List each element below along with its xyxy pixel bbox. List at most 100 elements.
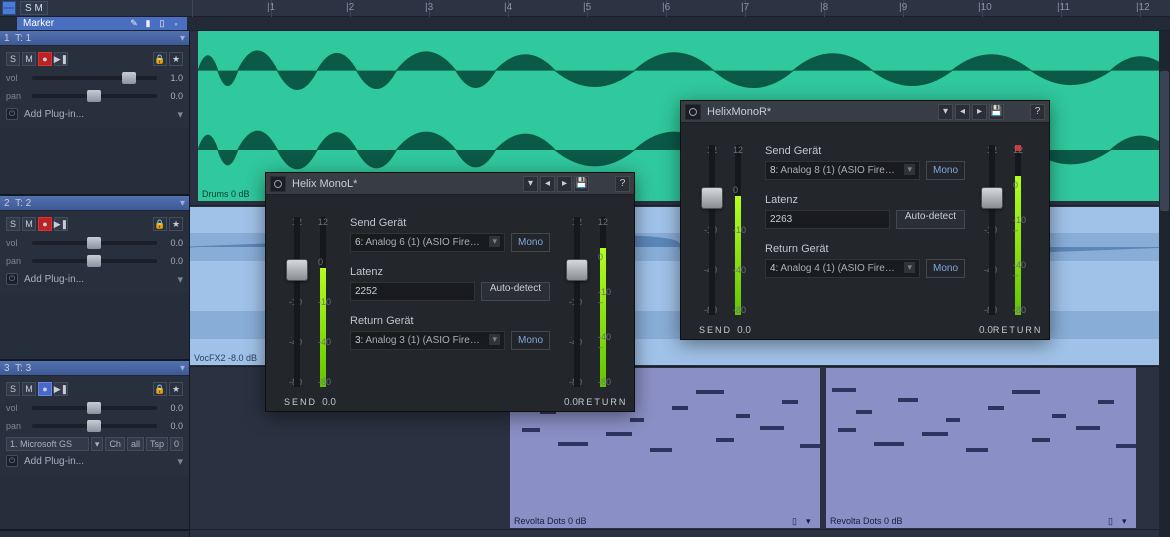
instrument-select[interactable]: 1. Microsoft GS <box>6 437 89 451</box>
midi-note[interactable] <box>832 388 856 392</box>
marker-edit-icon[interactable]: ✎ <box>129 19 139 29</box>
marker-header[interactable]: Marker ✎ ▮ ▯ ◦ <box>17 17 187 30</box>
fx-add-label[interactable]: Add Plug-in... <box>20 274 175 285</box>
return-device-select[interactable]: 4: Analog 4 (1) (ASIO Fire… <box>765 259 920 278</box>
send-device-select[interactable]: 6: Analog 6 (1) (ASIO Fire… <box>350 233 505 252</box>
lock-icon[interactable]: 🔒 <box>153 217 167 231</box>
midi-note[interactable] <box>966 448 988 452</box>
midi-note[interactable] <box>736 414 750 418</box>
send-fader[interactable] <box>294 217 300 387</box>
midi-note[interactable] <box>946 418 960 422</box>
midi-note[interactable] <box>1116 444 1136 448</box>
marker-dot-icon[interactable]: ◦ <box>171 19 181 29</box>
help-button[interactable]: ? <box>1030 104 1045 120</box>
chevron-down-icon[interactable]: ▾ <box>180 198 185 209</box>
solo-mute-global[interactable]: S M <box>20 1 48 15</box>
latency-input[interactable]: 2263 <box>765 210 890 229</box>
auto-detect-button[interactable]: Auto-detect <box>896 210 965 229</box>
next-preset-icon[interactable]: ▸ <box>972 104 987 120</box>
clip-menu-icon[interactable]: ▾ <box>1122 516 1132 526</box>
prev-preset-icon[interactable]: ◂ <box>955 104 970 120</box>
fx-add-label[interactable]: Add Plug-in... <box>20 456 175 467</box>
midi-note[interactable] <box>1052 414 1066 418</box>
track-name[interactable]: T: 1 <box>15 33 31 44</box>
midi-note[interactable] <box>760 426 784 430</box>
return-fader[interactable] <box>574 217 580 387</box>
midi-note[interactable] <box>606 432 632 436</box>
midi-note[interactable] <box>922 432 948 436</box>
save-icon[interactable]: 💾 <box>574 176 589 192</box>
plugin-window-helix-mono-r[interactable]: HelixMonoR* ▾ ◂ ▸ 💾 ? 120-10-40-80 120-1… <box>680 100 1050 340</box>
fx-slot[interactable]: ⏻ Add Plug-in... ▾ <box>6 271 183 287</box>
preset-dropdown-icon[interactable]: ▾ <box>523 176 538 192</box>
record-arm-button[interactable]: ● <box>38 217 52 231</box>
fx-add-label[interactable]: Add Plug-in... <box>20 109 175 120</box>
track-name[interactable]: T: 3 <box>15 363 31 374</box>
midi-note[interactable] <box>1076 426 1100 430</box>
transpose-value[interactable]: 0 <box>170 437 183 451</box>
solo-button[interactable]: S <box>6 217 20 231</box>
midi-note[interactable] <box>782 400 798 404</box>
plugin-window-helix-mono-l[interactable]: Helix MonoL* ▾ ◂ ▸ 💾 ? 120-10-40-80 120-… <box>265 172 635 412</box>
timeline-ruler[interactable]: |1|2|3|4|5|6|7|8|9|10|11|12|13 <box>192 0 1170 17</box>
track-header[interactable]: 2 T: 2 ▾ <box>0 196 189 211</box>
track-name[interactable]: T: 2 <box>15 198 31 209</box>
prev-preset-icon[interactable]: ◂ <box>540 176 555 192</box>
power-icon[interactable]: ⏻ <box>6 455 18 467</box>
vertical-scrollbar[interactable] <box>1159 31 1170 537</box>
midi-note[interactable] <box>856 410 872 414</box>
mono-button[interactable]: Mono <box>511 233 550 252</box>
chevron-down-icon[interactable]: ▾ <box>180 363 185 374</box>
preset-dropdown-icon[interactable]: ▾ <box>938 104 953 120</box>
help-button[interactable]: ? <box>615 176 630 192</box>
midi-clip[interactable]: Revolta Dots 0 dB ▯▾ <box>826 368 1136 528</box>
plugin-titlebar[interactable]: Helix MonoL* ▾ ◂ ▸ 💾 ? <box>266 173 634 195</box>
record-arm-button[interactable]: ● <box>38 382 52 396</box>
mute-button[interactable]: M <box>22 52 36 66</box>
power-icon[interactable]: ⏻ <box>6 273 18 285</box>
clip-mute-icon[interactable]: ▯ <box>1108 516 1118 526</box>
solo-button[interactable]: S <box>6 52 20 66</box>
solo-button[interactable]: S <box>6 382 20 396</box>
midi-note[interactable] <box>800 444 820 448</box>
midi-note[interactable] <box>898 398 918 402</box>
midi-note[interactable] <box>650 448 672 452</box>
pan-slider[interactable] <box>32 259 157 263</box>
send-fader[interactable] <box>709 145 715 315</box>
volume-slider[interactable] <box>32 406 157 410</box>
midi-note[interactable] <box>838 428 856 432</box>
midi-note[interactable] <box>1032 438 1050 442</box>
star-icon[interactable]: ★ <box>169 382 183 396</box>
monitor-button[interactable]: ▶❚ <box>54 382 68 396</box>
clip-mute-icon[interactable]: ▯ <box>792 516 802 526</box>
star-icon[interactable]: ★ <box>169 52 183 66</box>
track-header[interactable]: 1 T: 1 ▾ <box>0 31 189 46</box>
volume-slider[interactable] <box>32 241 157 245</box>
midi-note[interactable] <box>988 406 1004 410</box>
power-icon[interactable]: ⏻ <box>6 108 18 120</box>
midi-note[interactable] <box>696 390 724 394</box>
send-device-select[interactable]: 8: Analog 8 (1) (ASIO Fire… <box>765 161 920 180</box>
lock-icon[interactable]: 🔒 <box>153 382 167 396</box>
return-fader[interactable] <box>989 145 995 315</box>
channel-value[interactable]: all <box>127 437 144 451</box>
fx-slot[interactable]: ⏻ Add Plug-in... ▾ <box>6 106 183 122</box>
midi-note[interactable] <box>522 428 540 432</box>
plugin-titlebar[interactable]: HelixMonoR* ▾ ◂ ▸ 💾 ? <box>681 101 1049 123</box>
mute-button[interactable]: M <box>22 217 36 231</box>
return-device-select[interactable]: 3: Analog 3 (1) (ASIO Fire… <box>350 331 505 350</box>
record-arm-button[interactable]: ● <box>38 52 52 66</box>
fx-slot[interactable]: ⏻ Add Plug-in... ▾ <box>6 453 183 469</box>
save-icon[interactable]: 💾 <box>989 104 1004 120</box>
midi-note[interactable] <box>1098 400 1114 404</box>
mono-button[interactable]: Mono <box>926 259 965 278</box>
midi-note[interactable] <box>630 418 644 422</box>
chevron-down-icon[interactable]: ▾ <box>177 273 183 286</box>
chevron-down-icon[interactable]: ▾ <box>177 455 183 468</box>
pan-slider[interactable] <box>32 94 157 98</box>
midi-note[interactable] <box>1012 390 1040 394</box>
track-header[interactable]: 3 T: 3 ▾ <box>0 361 189 376</box>
star-icon[interactable]: ★ <box>169 217 183 231</box>
monitor-button[interactable]: ▶❚ <box>54 52 68 66</box>
pan-slider[interactable] <box>32 424 157 428</box>
